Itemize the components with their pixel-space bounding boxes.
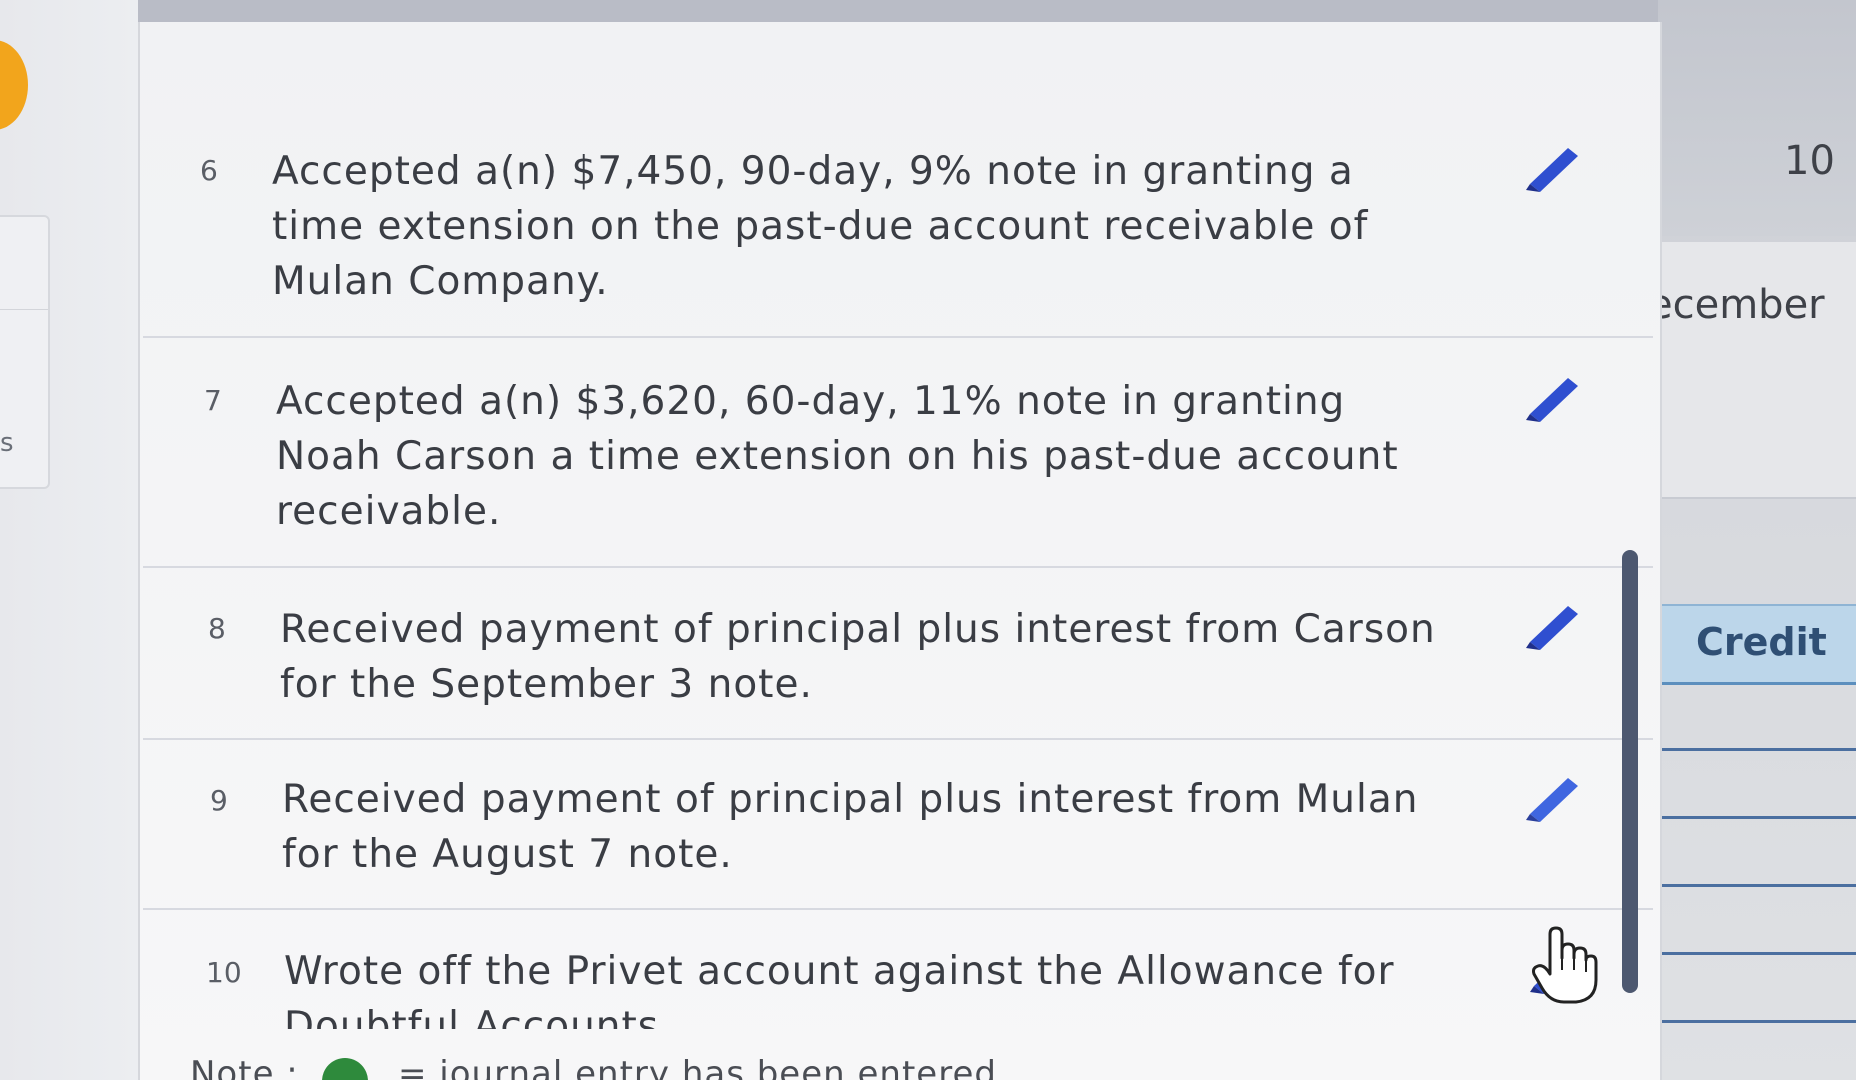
transaction-text-line: receivable. (276, 489, 502, 534)
modal-top-band (138, 0, 1658, 22)
legend-note-text: = journal entry has been entered (398, 1054, 997, 1080)
pencil-icon[interactable] (1522, 770, 1584, 822)
left-partial-label: s (0, 428, 14, 458)
pencil-icon[interactable] (1522, 370, 1584, 422)
transaction-text-line: for the August 7 note. (282, 832, 733, 877)
date-number: 10 (1784, 138, 1835, 184)
transaction-number: 10 (206, 956, 242, 989)
pencil-icon[interactable] (1522, 598, 1584, 650)
transaction-number: 6 (200, 154, 218, 187)
credit-header-label: Credit (1696, 620, 1827, 664)
transaction-row-divider (143, 566, 1653, 568)
date-header-box (1656, 0, 1856, 236)
transaction-row-divider (143, 738, 1653, 740)
transaction-text-line: Mulan Company. (272, 259, 609, 304)
transaction-row-divider (143, 908, 1653, 910)
screen: s 10 ecember Credit 6 Accepted a(n) $7,4… (0, 0, 1856, 1080)
transaction-text-line: for the September 3 note. (280, 662, 813, 707)
legend-note-prefix: Note : (190, 1054, 299, 1080)
transaction-row-divider (143, 336, 1653, 338)
vertical-scrollbar[interactable] (1622, 550, 1638, 993)
month-header-box (1656, 240, 1856, 499)
transaction-text-line: Wrote off the Privet account against the… (284, 949, 1395, 994)
transaction-number: 8 (208, 612, 226, 645)
transaction-number: 9 (210, 784, 228, 817)
transaction-text-line: time extension on the past-due account r… (272, 204, 1369, 249)
transaction-text-line: Accepted a(n) $3,620, 60-day, 11% note i… (276, 379, 1346, 424)
transaction-text-line: Accepted a(n) $7,450, 90-day, 9% note in… (272, 149, 1354, 194)
month-label: ecember (1648, 282, 1825, 328)
transaction-text-line: Doubtful Accounts (284, 1004, 660, 1029)
credit-entry-field-5[interactable] (1656, 1020, 1856, 1023)
transaction-text-line: Received payment of principal plus inter… (282, 777, 1419, 822)
transaction-text-line: Noah Carson a time extension on his past… (276, 434, 1399, 479)
credit-entry-field-2[interactable] (1656, 816, 1856, 819)
background-left-panel (0, 0, 140, 1080)
transaction-number: 7 (204, 384, 222, 417)
hand-cursor-icon (1532, 926, 1598, 1004)
credit-entry-field-4[interactable] (1656, 952, 1856, 955)
left-card-divider (0, 309, 48, 310)
credit-entry-field-3[interactable] (1656, 884, 1856, 887)
transaction-text-line: Received payment of principal plus inter… (280, 607, 1436, 652)
credit-entry-field-1[interactable] (1656, 748, 1856, 751)
pencil-icon[interactable] (1522, 140, 1584, 192)
